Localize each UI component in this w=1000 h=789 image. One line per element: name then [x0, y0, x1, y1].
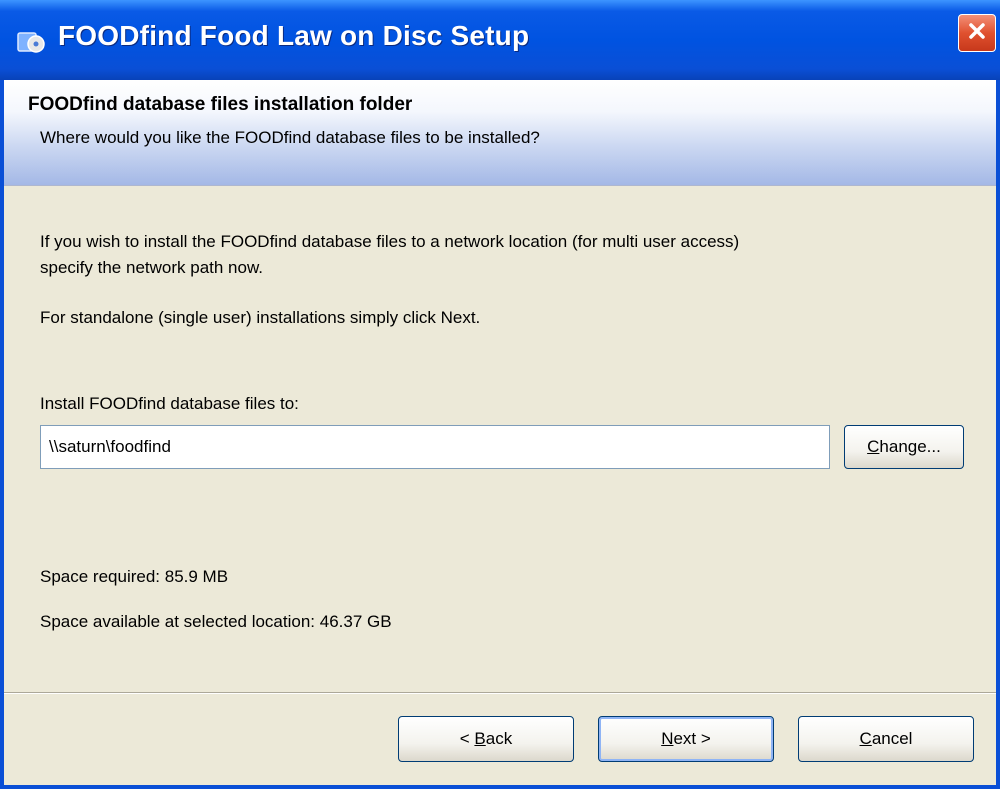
install-path-label: Install FOODfind database files to: — [40, 394, 299, 413]
intro-text-line-1: If you wish to install the FOODfind data… — [40, 232, 740, 251]
back-accel-key: B — [474, 729, 486, 748]
change-button-label: hange... — [879, 437, 941, 456]
cancel-accel-key: C — [859, 729, 872, 748]
close-x-icon — [966, 20, 988, 47]
wizard-header: FOODfind database files installation fol… — [4, 80, 996, 186]
intro-text-line-2: specify the network path now. — [40, 258, 264, 277]
next-button-label: ext > — [673, 729, 711, 748]
cancel-button[interactable]: Cancel — [798, 716, 974, 762]
back-button[interactable]: < Back — [398, 716, 574, 762]
space-required: Space required: 85.9 MB — [40, 567, 229, 586]
footer-separator — [4, 692, 996, 694]
space-available: Space available at selected location: 46… — [40, 612, 392, 631]
install-path-input[interactable] — [40, 425, 830, 469]
close-button[interactable] — [958, 14, 996, 52]
change-button[interactable]: Change... — [844, 425, 964, 469]
next-button[interactable]: Next > — [598, 716, 774, 762]
title-bar[interactable]: FOODfind Food Law on Disc Setup — [0, 0, 1000, 80]
standalone-note: For standalone (single user) installatio… — [40, 308, 481, 327]
setup-disc-icon — [16, 27, 46, 55]
setup-window: FOODfind Food Law on Disc Setup FOODfind… — [0, 0, 1000, 789]
header-subtitle: Where would you like the FOODfind databa… — [40, 128, 540, 147]
change-accel-key: C — [867, 437, 880, 456]
header-title: FOODfind database files installation fol… — [28, 94, 413, 115]
back-button-prefix: < — [459, 729, 475, 748]
window-title: FOODfind Food Law on Disc Setup — [58, 20, 530, 51]
back-button-label: ack — [485, 729, 513, 748]
cancel-button-label: ancel — [871, 729, 913, 748]
next-accel-key: N — [661, 729, 674, 748]
